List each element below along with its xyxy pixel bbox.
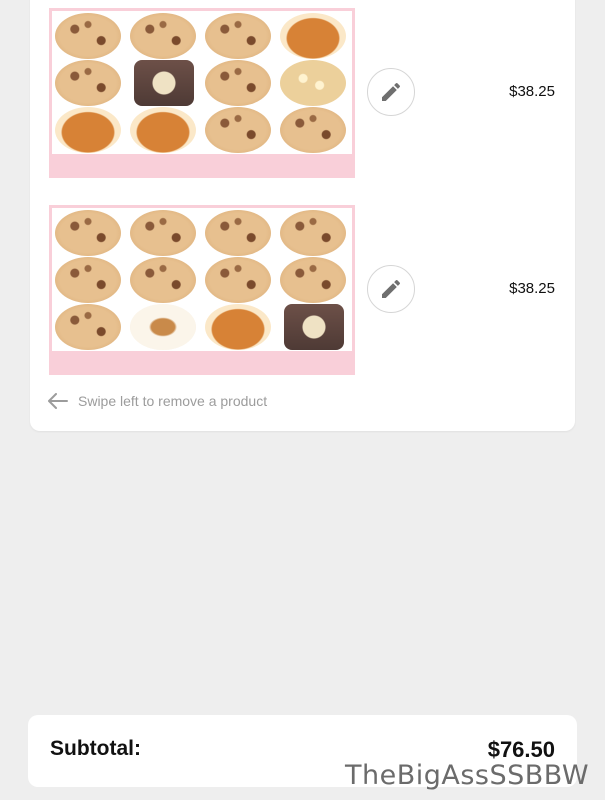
cookie	[130, 210, 196, 256]
swipe-hint: Swipe left to remove a product	[48, 391, 267, 411]
cookie	[205, 210, 271, 256]
cookie	[205, 107, 271, 153]
cookie	[55, 13, 121, 59]
cookie	[134, 60, 194, 106]
cookie	[284, 304, 344, 350]
cookie	[280, 107, 346, 153]
cookie-box-grid	[52, 208, 352, 351]
arrow-left-icon	[48, 393, 68, 409]
cookie	[280, 13, 346, 59]
cookie	[280, 257, 346, 303]
cookie	[55, 107, 121, 153]
cookie	[55, 257, 121, 303]
product-price: $38.25	[509, 280, 555, 297]
watermark: TheBigAssSSBBW	[345, 760, 590, 791]
cookie	[205, 304, 271, 350]
product-image[interactable]	[49, 8, 355, 178]
cookie-box-grid	[52, 11, 352, 154]
cookie	[280, 60, 346, 106]
cookie	[130, 13, 196, 59]
cookie	[55, 210, 121, 256]
cookie	[205, 60, 271, 106]
cookie	[280, 210, 346, 256]
subtotal-label: Subtotal:	[50, 737, 141, 760]
cookie	[130, 257, 196, 303]
cookie	[205, 13, 271, 59]
swipe-hint-text: Swipe left to remove a product	[78, 393, 268, 409]
product-image[interactable]	[49, 205, 355, 375]
cart-product-row[interactable]: $38.25	[30, 205, 575, 377]
pencil-icon	[382, 82, 401, 101]
edit-product-button[interactable]	[367, 68, 415, 116]
edit-product-button[interactable]	[367, 265, 415, 313]
cookie	[205, 257, 271, 303]
pencil-icon	[382, 279, 401, 298]
product-price: $38.25	[509, 83, 555, 100]
cart-card: $38.25 $38.25 Swipe left to remove a pro…	[30, 0, 575, 431]
cookie	[130, 107, 196, 153]
cart-product-row[interactable]: $38.25	[30, 8, 575, 180]
cookie	[55, 304, 121, 350]
cookie	[130, 304, 196, 350]
cookie	[55, 60, 121, 106]
